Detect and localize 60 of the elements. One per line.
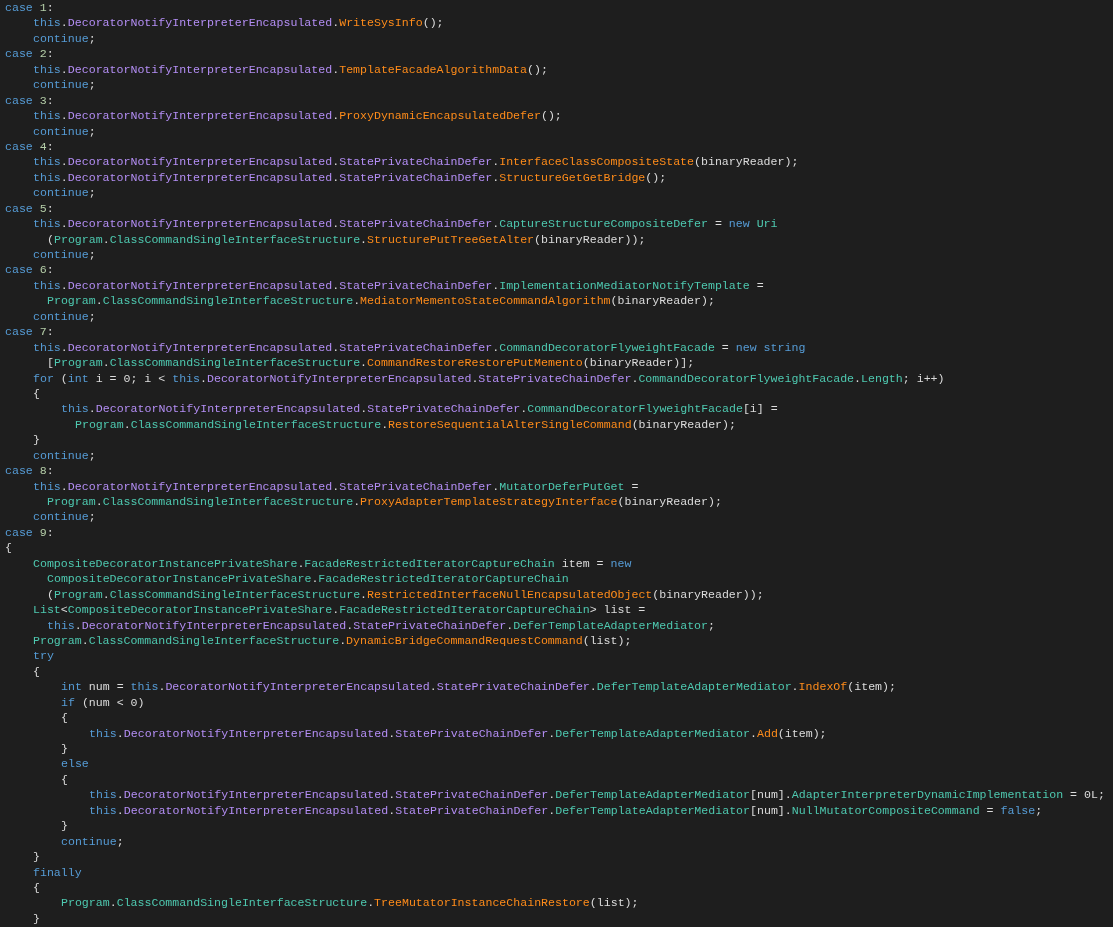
code-line: this.DecoratorNotifyInterpreterEncapsulated.StatePrivateChainDefer.CaptureStructureCompositeDefer = new Uri	[33, 216, 778, 232]
code-line: Program.ClassCommandSingleInterfaceStructure.RestoreSequentialAlterSingleCommand(binaryReader);	[75, 416, 736, 433]
code-line: case 5:	[5, 200, 54, 217]
code-line: this.DecoratorNotifyInterpreterEncapsulated.StatePrivateChainDefer.CommandDecoratorFlyweightFacade[i] =	[61, 401, 778, 417]
code-line: CompositeDecoratorInstancePrivateShare.FacadeRestrictedIteratorCaptureChain item = new	[33, 555, 632, 572]
code-line: this.DecoratorNotifyInterpreterEncapsulated.StatePrivateChainDefer.StructureGetGetBridge();	[33, 169, 667, 186]
code-line: continue;	[33, 123, 96, 139]
code-line: {	[61, 710, 68, 726]
code-line: Program.ClassCommandSingleInterfaceStructure.ProxyAdapterTemplateStrategyInterface(binaryReader);	[47, 494, 722, 510]
code-line: this.DecoratorNotifyInterpreterEncapsulated.ProxyDynamicEncapsulatedDefer();	[33, 108, 562, 124]
code-line: case 3:	[5, 92, 54, 109]
code-line: this.DecoratorNotifyInterpreterEncapsulated.StatePrivateChainDefer.DeferTemplateAdapterMediator;	[47, 617, 715, 633]
code-line: CompositeDecoratorInstancePrivateShare.FacadeRestrictedIteratorCaptureChain	[47, 571, 569, 587]
code-line: (Program.ClassCommandSingleInterfaceStructure.RestrictedInterfaceNullEncapsulatedObject(binaryReader));	[47, 586, 764, 603]
code-line: }	[33, 432, 40, 448]
code-line: {	[33, 879, 40, 896]
code-line: {	[33, 385, 40, 402]
code-line: continue;	[61, 833, 124, 850]
code-line: continue;	[33, 509, 96, 525]
code-line: this.DecoratorNotifyInterpreterEncapsulated.StatePrivateChainDefer.DeferTemplateAdapterMediator[num].NullMutatorCompositeCommand = false;	[89, 802, 1043, 819]
code-line: case 1:	[5, 0, 54, 16]
code-line: case 6:	[5, 262, 54, 278]
code-line: this.DecoratorNotifyInterpreterEncapsulated.StatePrivateChainDefer.ImplementationMediatorNotifyTemplate =	[33, 277, 764, 294]
code-line: Program.ClassCommandSingleInterfaceStructure.DynamicBridgeCommandRequestCommand(list);	[33, 632, 632, 649]
code-line: }	[61, 818, 68, 834]
code-line: case 7:	[5, 324, 54, 340]
code-line: try	[33, 648, 54, 664]
code-line: if (num < 0)	[61, 694, 145, 711]
code-line: continue;	[33, 247, 96, 263]
code-line: [Program.ClassCommandSingleInterfaceStructure.CommandRestoreRestorePutMemento(binaryReader)];	[47, 355, 695, 371]
code-line: case 9:	[5, 524, 54, 541]
code-line: this.DecoratorNotifyInterpreterEncapsulated.StatePrivateChainDefer.DeferTemplateAdapterMediator[num].AdapterInterpreterDynamicImplementation = 0L;	[89, 787, 1105, 803]
code-line: (Program.ClassCommandSingleInterfaceStructure.StructurePutTreeGetAlter(binaryReader));	[47, 231, 646, 247]
code-line: }	[61, 741, 68, 757]
code-line: {	[33, 663, 40, 680]
code-line: {	[5, 540, 12, 556]
code-line: List<CompositeDecoratorInstancePrivateShare.FacadeRestrictedIteratorCaptureChain> list =	[33, 602, 646, 618]
code-line: continue;	[33, 447, 96, 464]
code-line: this.DecoratorNotifyInterpreterEncapsulated.StatePrivateChainDefer.MutatorDeferPutGet =	[33, 478, 639, 494]
code-line: continue;	[33, 185, 96, 201]
code-line: case 8:	[5, 463, 54, 479]
code-line: this.DecoratorNotifyInterpreterEncapsulated.StatePrivateChainDefer.DeferTemplateAdapterMediator.Add(item);	[89, 725, 827, 741]
code-line: continue;	[33, 308, 96, 325]
code-line: {	[61, 771, 68, 788]
code-line: continue;	[33, 77, 96, 93]
code-line: else	[61, 756, 89, 772]
code-line: Program.ClassCommandSingleInterfaceStructure.TreeMutatorInstanceChainRestore(list);	[61, 895, 639, 911]
code-line: continue;	[33, 30, 96, 47]
code-line: case 2:	[5, 46, 54, 62]
code-line: for (int i = 0; i < this.DecoratorNotifyInterpreterEncapsulated.StatePrivateChainDefer.CommandDecoratorFlyweightFacade.Length; i++)	[33, 370, 945, 386]
code-line: case 4:	[5, 138, 54, 155]
code-line: this.DecoratorNotifyInterpreterEncapsulated.StatePrivateChainDefer.InterfaceClassCompositeState(binaryReader);	[33, 154, 799, 170]
code-line: }	[33, 910, 40, 927]
code-line: this.DecoratorNotifyInterpreterEncapsulated.TemplateFacadeAlgorithmData();	[33, 61, 548, 78]
code-line: finally	[33, 864, 82, 880]
code-line: this.DecoratorNotifyInterpreterEncapsulated.WriteSysInfo();	[33, 15, 444, 31]
code-line: int num = this.DecoratorNotifyInterpreterEncapsulated.StatePrivateChainDefer.DeferTemplateAdapterMediator.IndexOf(item);	[61, 679, 896, 695]
code-line: }	[33, 849, 40, 865]
code-line: Program.ClassCommandSingleInterfaceStructure.MediatorMementoStateCommandAlgorithm(binaryReader);	[47, 293, 715, 309]
code-line: this.DecoratorNotifyInterpreterEncapsulated.StatePrivateChainDefer.CommandDecoratorFlyweightFacade = new string	[33, 339, 806, 356]
